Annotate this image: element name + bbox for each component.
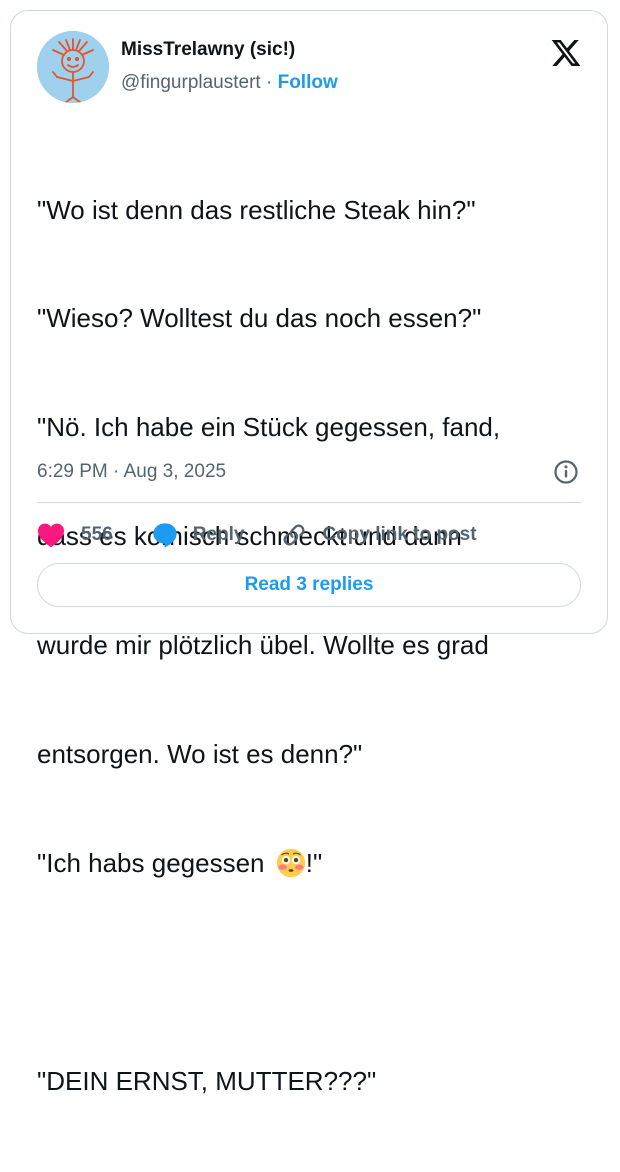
info-icon[interactable] — [553, 459, 579, 485]
avatar-drawing-icon — [37, 31, 109, 103]
x-logo-icon[interactable] — [549, 37, 583, 69]
author-handle[interactable]: @fingurplaustert — [121, 72, 261, 93]
tweet-text: "Wo ist denn das restliche Steak hin?" "… — [37, 119, 597, 1172]
like-count: 556 — [81, 524, 113, 545]
reply-label: Reply — [192, 524, 245, 545]
tweet-line: "Wieso? Wolltest du das noch essen?" — [37, 303, 482, 334]
tweet-line: "Wo ist denn das restliche Steak hin?" — [37, 194, 476, 225]
author-display-name[interactable]: MissTrelawny (sic!) — [121, 39, 295, 61]
tweet-line: "DEIN ERNST, MUTTER???" — [37, 1065, 377, 1096]
read-replies-button[interactable]: Read 3 replies — [37, 563, 581, 607]
tweet-line-part: "Ich habs gegessen — [37, 847, 272, 878]
action-bar: 556 Reply Copy link to post — [37, 520, 477, 550]
copy-link-button[interactable]: Copy link to post — [280, 521, 477, 549]
follow-button[interactable]: Follow — [278, 72, 338, 93]
like-button[interactable]: 556 — [37, 522, 113, 548]
tweet-line: entsorgen. Wo ist es denn?" — [37, 739, 363, 770]
reply-button[interactable]: Reply — [151, 521, 245, 549]
tweet-line: "Nö. Ich habe ein Stück gegessen, fand, — [37, 412, 501, 443]
heart-icon — [37, 523, 65, 548]
divider — [37, 502, 581, 503]
tweet-line-part: !" — [305, 847, 323, 878]
flushed-face-emoji — [276, 848, 305, 878]
speech-bubble-icon — [153, 523, 177, 548]
link-icon — [283, 524, 305, 546]
tweet-line-with-emoji: "Ich habs gegessen !" — [37, 845, 597, 881]
author-handle-row: @fingurplaustert · Follow — [121, 72, 338, 94]
copy-link-label: Copy link to post — [322, 524, 477, 545]
handle-separator: · — [260, 72, 278, 93]
tweet-line: wurde mir plötzlich übel. Wollte es grad — [37, 630, 489, 661]
timestamp[interactable]: 6:29 PM · Aug 3, 2025 — [37, 461, 226, 483]
tweet-card: MissTrelawny (sic!) @fingurplaustert · F… — [10, 10, 608, 1096]
avatar[interactable] — [37, 31, 109, 103]
